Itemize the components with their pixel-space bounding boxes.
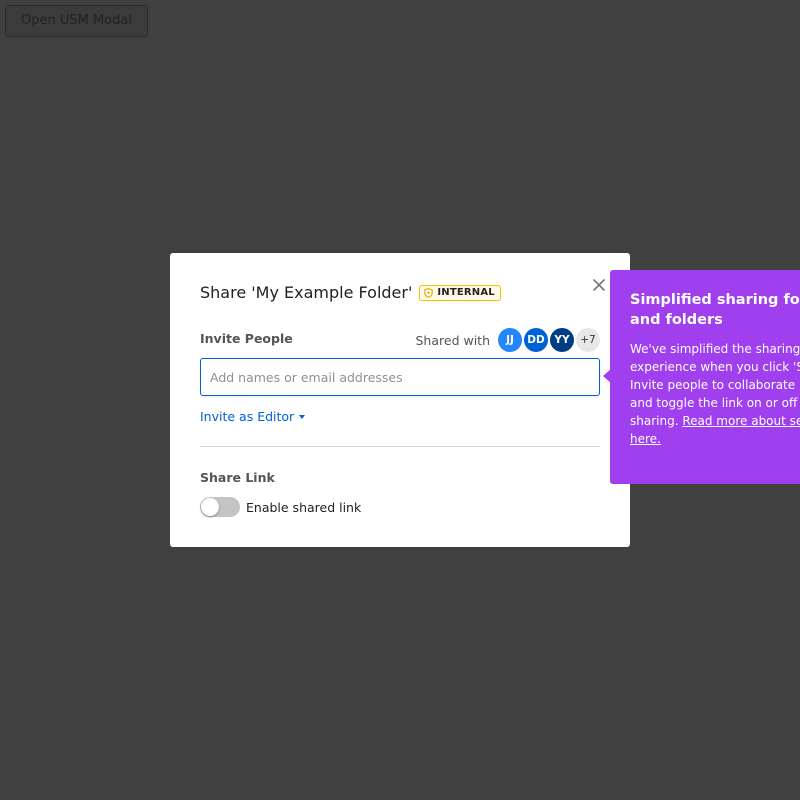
share-link-label: Share Link [200, 470, 275, 485]
onboarding-tooltip: Simplified sharing for files and folders… [610, 270, 800, 484]
more-collaborators-badge[interactable]: +7 [576, 328, 600, 352]
classification-badge: INTERNAL [419, 284, 501, 301]
shield-icon [424, 287, 434, 298]
shared-link-toggle-row: Enable shared link [200, 497, 361, 517]
shared-with-group[interactable]: Shared with JJ DD YY +7 [415, 328, 600, 352]
modal-title: Share 'My Example Folder' [200, 283, 413, 302]
tooltip-title: Simplified sharing for files and folders [630, 292, 800, 328]
shared-with-label: Shared with [415, 332, 491, 348]
close-icon[interactable] [592, 277, 606, 291]
caret-down-icon [299, 414, 306, 419]
invite-people-label: Invite People [200, 331, 293, 346]
invite-role-dropdown[interactable]: Invite as Editor [200, 409, 306, 424]
classification-label: INTERNAL [437, 287, 495, 298]
tooltip-body: We've simplified the sharing experience … [630, 340, 800, 448]
avatar[interactable]: JJ [498, 328, 522, 352]
invite-role-label: Invite as Editor [200, 409, 295, 424]
avatar[interactable]: YY [550, 328, 574, 352]
shared-link-toggle-label: Enable shared link [246, 499, 362, 515]
shared-link-toggle[interactable] [200, 497, 240, 517]
share-modal: Share 'My Example Folder' INTERNAL Invit… [170, 253, 630, 547]
invite-email-input[interactable] [200, 358, 600, 396]
modal-header: Share 'My Example Folder' INTERNAL [200, 283, 501, 302]
avatar[interactable]: DD [524, 328, 548, 352]
open-usm-modal-button[interactable]: Open USM Modal [5, 5, 148, 37]
divider [200, 446, 600, 447]
toggle-knob [201, 498, 219, 516]
